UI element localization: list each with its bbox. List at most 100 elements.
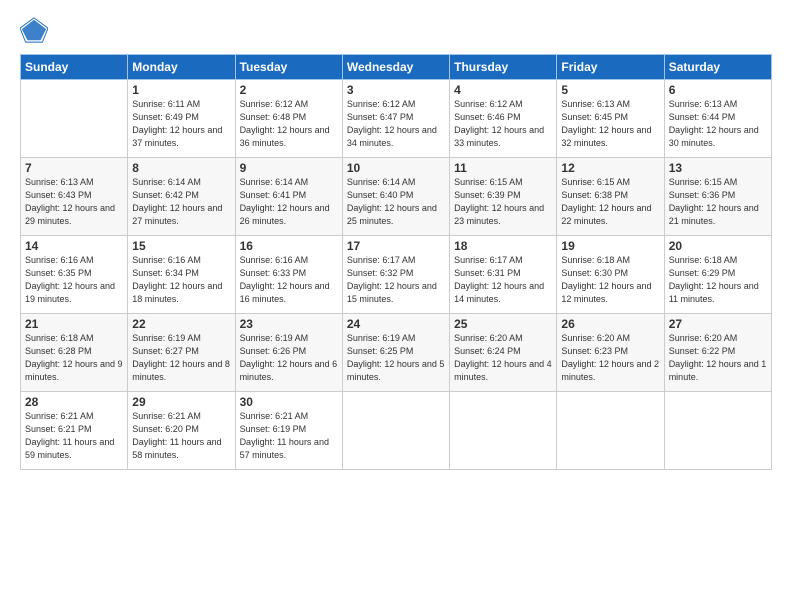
calendar-cell: 12 Sunrise: 6:15 AMSunset: 6:38 PMDaylig… — [557, 158, 664, 236]
day-info: Sunrise: 6:14 AMSunset: 6:42 PMDaylight:… — [132, 176, 230, 228]
day-info: Sunrise: 6:15 AMSunset: 6:39 PMDaylight:… — [454, 176, 552, 228]
calendar-cell: 15 Sunrise: 6:16 AMSunset: 6:34 PMDaylig… — [128, 236, 235, 314]
calendar-cell: 13 Sunrise: 6:15 AMSunset: 6:36 PMDaylig… — [664, 158, 771, 236]
logo — [20, 16, 52, 44]
day-number: 27 — [669, 317, 767, 331]
calendar-cell: 24 Sunrise: 6:19 AMSunset: 6:25 PMDaylig… — [342, 314, 449, 392]
day-number: 17 — [347, 239, 445, 253]
logo-icon — [20, 16, 48, 44]
day-number: 24 — [347, 317, 445, 331]
day-number: 12 — [561, 161, 659, 175]
day-header-monday: Monday — [128, 55, 235, 80]
day-number: 26 — [561, 317, 659, 331]
calendar-cell: 29 Sunrise: 6:21 AMSunset: 6:20 PMDaylig… — [128, 392, 235, 470]
day-info: Sunrise: 6:13 AMSunset: 6:45 PMDaylight:… — [561, 98, 659, 150]
day-number: 23 — [240, 317, 338, 331]
day-number: 4 — [454, 83, 552, 97]
day-info: Sunrise: 6:14 AMSunset: 6:40 PMDaylight:… — [347, 176, 445, 228]
calendar-week-3: 14 Sunrise: 6:16 AMSunset: 6:35 PMDaylig… — [21, 236, 772, 314]
calendar-cell: 20 Sunrise: 6:18 AMSunset: 6:29 PMDaylig… — [664, 236, 771, 314]
calendar-cell: 22 Sunrise: 6:19 AMSunset: 6:27 PMDaylig… — [128, 314, 235, 392]
day-number: 30 — [240, 395, 338, 409]
day-header-wednesday: Wednesday — [342, 55, 449, 80]
calendar-cell: 23 Sunrise: 6:19 AMSunset: 6:26 PMDaylig… — [235, 314, 342, 392]
day-info: Sunrise: 6:21 AMSunset: 6:19 PMDaylight:… — [240, 410, 338, 462]
day-info: Sunrise: 6:12 AMSunset: 6:48 PMDaylight:… — [240, 98, 338, 150]
day-info: Sunrise: 6:18 AMSunset: 6:29 PMDaylight:… — [669, 254, 767, 306]
calendar-cell — [664, 392, 771, 470]
day-info: Sunrise: 6:20 AMSunset: 6:23 PMDaylight:… — [561, 332, 659, 384]
day-number: 28 — [25, 395, 123, 409]
day-number: 22 — [132, 317, 230, 331]
day-info: Sunrise: 6:11 AMSunset: 6:49 PMDaylight:… — [132, 98, 230, 150]
day-header-sunday: Sunday — [21, 55, 128, 80]
day-info: Sunrise: 6:13 AMSunset: 6:43 PMDaylight:… — [25, 176, 123, 228]
calendar-week-1: 1 Sunrise: 6:11 AMSunset: 6:49 PMDayligh… — [21, 80, 772, 158]
day-number: 13 — [669, 161, 767, 175]
calendar-week-4: 21 Sunrise: 6:18 AMSunset: 6:28 PMDaylig… — [21, 314, 772, 392]
calendar-header-row: SundayMondayTuesdayWednesdayThursdayFrid… — [21, 55, 772, 80]
day-info: Sunrise: 6:21 AMSunset: 6:20 PMDaylight:… — [132, 410, 230, 462]
day-info: Sunrise: 6:16 AMSunset: 6:33 PMDaylight:… — [240, 254, 338, 306]
day-number: 2 — [240, 83, 338, 97]
day-number: 14 — [25, 239, 123, 253]
day-info: Sunrise: 6:19 AMSunset: 6:27 PMDaylight:… — [132, 332, 230, 384]
day-header-tuesday: Tuesday — [235, 55, 342, 80]
calendar-cell: 16 Sunrise: 6:16 AMSunset: 6:33 PMDaylig… — [235, 236, 342, 314]
day-number: 25 — [454, 317, 552, 331]
calendar-cell: 5 Sunrise: 6:13 AMSunset: 6:45 PMDayligh… — [557, 80, 664, 158]
day-header-friday: Friday — [557, 55, 664, 80]
calendar-cell — [450, 392, 557, 470]
calendar-cell: 28 Sunrise: 6:21 AMSunset: 6:21 PMDaylig… — [21, 392, 128, 470]
day-number: 10 — [347, 161, 445, 175]
day-info: Sunrise: 6:21 AMSunset: 6:21 PMDaylight:… — [25, 410, 123, 462]
day-number: 19 — [561, 239, 659, 253]
day-info: Sunrise: 6:12 AMSunset: 6:47 PMDaylight:… — [347, 98, 445, 150]
day-info: Sunrise: 6:14 AMSunset: 6:41 PMDaylight:… — [240, 176, 338, 228]
day-info: Sunrise: 6:20 AMSunset: 6:24 PMDaylight:… — [454, 332, 552, 384]
day-info: Sunrise: 6:16 AMSunset: 6:34 PMDaylight:… — [132, 254, 230, 306]
day-number: 1 — [132, 83, 230, 97]
day-info: Sunrise: 6:20 AMSunset: 6:22 PMDaylight:… — [669, 332, 767, 384]
day-info: Sunrise: 6:13 AMSunset: 6:44 PMDaylight:… — [669, 98, 767, 150]
day-number: 6 — [669, 83, 767, 97]
day-info: Sunrise: 6:18 AMSunset: 6:28 PMDaylight:… — [25, 332, 123, 384]
calendar-cell: 21 Sunrise: 6:18 AMSunset: 6:28 PMDaylig… — [21, 314, 128, 392]
calendar-cell: 10 Sunrise: 6:14 AMSunset: 6:40 PMDaylig… — [342, 158, 449, 236]
day-info: Sunrise: 6:12 AMSunset: 6:46 PMDaylight:… — [454, 98, 552, 150]
day-number: 15 — [132, 239, 230, 253]
calendar-cell — [21, 80, 128, 158]
calendar-cell: 4 Sunrise: 6:12 AMSunset: 6:46 PMDayligh… — [450, 80, 557, 158]
calendar-week-2: 7 Sunrise: 6:13 AMSunset: 6:43 PMDayligh… — [21, 158, 772, 236]
calendar-cell: 14 Sunrise: 6:16 AMSunset: 6:35 PMDaylig… — [21, 236, 128, 314]
day-number: 5 — [561, 83, 659, 97]
calendar-cell: 25 Sunrise: 6:20 AMSunset: 6:24 PMDaylig… — [450, 314, 557, 392]
page-header — [20, 16, 772, 44]
day-number: 8 — [132, 161, 230, 175]
day-number: 21 — [25, 317, 123, 331]
calendar-cell: 9 Sunrise: 6:14 AMSunset: 6:41 PMDayligh… — [235, 158, 342, 236]
calendar-cell: 6 Sunrise: 6:13 AMSunset: 6:44 PMDayligh… — [664, 80, 771, 158]
calendar-cell — [342, 392, 449, 470]
calendar-cell: 3 Sunrise: 6:12 AMSunset: 6:47 PMDayligh… — [342, 80, 449, 158]
calendar-cell: 18 Sunrise: 6:17 AMSunset: 6:31 PMDaylig… — [450, 236, 557, 314]
day-info: Sunrise: 6:18 AMSunset: 6:30 PMDaylight:… — [561, 254, 659, 306]
day-number: 20 — [669, 239, 767, 253]
calendar-cell: 11 Sunrise: 6:15 AMSunset: 6:39 PMDaylig… — [450, 158, 557, 236]
calendar-cell: 26 Sunrise: 6:20 AMSunset: 6:23 PMDaylig… — [557, 314, 664, 392]
day-header-saturday: Saturday — [664, 55, 771, 80]
day-info: Sunrise: 6:15 AMSunset: 6:36 PMDaylight:… — [669, 176, 767, 228]
day-info: Sunrise: 6:17 AMSunset: 6:32 PMDaylight:… — [347, 254, 445, 306]
day-number: 18 — [454, 239, 552, 253]
day-info: Sunrise: 6:17 AMSunset: 6:31 PMDaylight:… — [454, 254, 552, 306]
calendar-cell: 19 Sunrise: 6:18 AMSunset: 6:30 PMDaylig… — [557, 236, 664, 314]
day-header-thursday: Thursday — [450, 55, 557, 80]
calendar-table: SundayMondayTuesdayWednesdayThursdayFrid… — [20, 54, 772, 470]
calendar-cell: 30 Sunrise: 6:21 AMSunset: 6:19 PMDaylig… — [235, 392, 342, 470]
calendar-cell: 2 Sunrise: 6:12 AMSunset: 6:48 PMDayligh… — [235, 80, 342, 158]
day-number: 16 — [240, 239, 338, 253]
day-info: Sunrise: 6:19 AMSunset: 6:26 PMDaylight:… — [240, 332, 338, 384]
calendar-week-5: 28 Sunrise: 6:21 AMSunset: 6:21 PMDaylig… — [21, 392, 772, 470]
day-number: 7 — [25, 161, 123, 175]
calendar-cell: 7 Sunrise: 6:13 AMSunset: 6:43 PMDayligh… — [21, 158, 128, 236]
